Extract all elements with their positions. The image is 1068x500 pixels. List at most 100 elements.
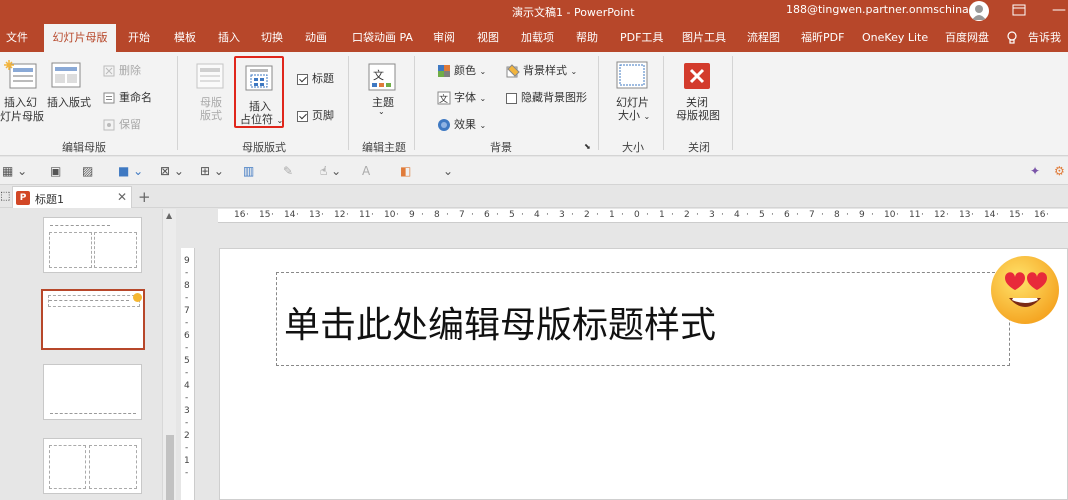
tab-insert[interactable]: 插入	[218, 24, 240, 52]
title-checkbox-box[interactable]	[297, 73, 308, 85]
arrange-icon[interactable]: ◧	[400, 164, 411, 178]
dialog-launcher-icon[interactable]: ⬊	[584, 142, 591, 151]
thumbnail-scrollbar[interactable]: ▲	[162, 209, 176, 500]
ruler-label: 5	[509, 210, 515, 220]
window-icon[interactable]: ▥	[243, 164, 254, 178]
ruler-label: 9	[184, 256, 190, 266]
ruler-tick: ·	[746, 210, 749, 220]
svg-text:文: 文	[439, 93, 448, 105]
insert-layout-icon[interactable]	[50, 60, 82, 93]
scroll-up-icon[interactable]: ▲	[166, 211, 172, 220]
fill-color-icon[interactable]: ■ ⌄	[118, 164, 143, 178]
shape-format-icon[interactable]: ⊠ ⌄	[160, 164, 184, 178]
tab-pocket-animation[interactable]: 口袋动画 PA	[352, 24, 413, 52]
ruler-label: 14	[984, 210, 996, 220]
tab-file[interactable]: 文件	[6, 24, 28, 52]
document-tab-label: 标题1	[35, 193, 64, 206]
tab-transitions[interactable]: 切换	[261, 24, 283, 52]
ruler-tick: ·	[846, 210, 849, 220]
hide-background-graphics-box[interactable]	[506, 92, 517, 104]
title-checkbox[interactable]: 标题	[297, 70, 334, 86]
sparkle-icon[interactable]: ✦	[1030, 164, 1040, 178]
ruler-label: 16	[1034, 210, 1046, 220]
insert-slide-master-icon[interactable]	[4, 60, 38, 93]
new-tab-icon[interactable]: +	[138, 188, 151, 206]
group-label-master-layout: 母版版式	[242, 141, 286, 154]
thumbnail-footer-line	[50, 413, 136, 414]
table-icon[interactable]: ▦ ⌄	[2, 164, 27, 178]
pin-icon	[102, 118, 116, 132]
slide-size-icon[interactable]	[615, 60, 649, 93]
master-layout-button-line2[interactable]: 版式	[200, 107, 222, 123]
tab-review[interactable]: 审阅	[433, 24, 455, 52]
insert-slide-master-button-line2[interactable]: 灯片母版	[0, 108, 44, 124]
text-effect-icon[interactable]: A	[362, 164, 370, 178]
ruler-label: 2	[184, 431, 190, 441]
lightbulb-icon[interactable]	[1006, 24, 1018, 52]
ruler-tick: -	[185, 468, 189, 478]
themes-icon[interactable]: 文	[367, 62, 397, 95]
svg-text:文: 文	[373, 68, 384, 82]
footer-checkbox-box[interactable]	[297, 110, 308, 122]
tab-onekey-lite[interactable]: OneKey Lite	[862, 24, 928, 52]
slide-thumbnail[interactable]	[43, 217, 142, 273]
heart-eyes-emoji-icon[interactable]	[989, 254, 1061, 326]
background-styles-icon	[506, 64, 520, 78]
ruler-tick: ·	[496, 210, 499, 220]
colors-button[interactable]: 颜色 ⌄	[437, 62, 486, 78]
tab-slide-master[interactable]: 幻灯片母版	[44, 24, 116, 52]
document-tab-scroll-icon[interactable]: ⬚	[0, 189, 10, 202]
pen-icon[interactable]: ✎	[283, 164, 293, 178]
delete-label: 删除	[119, 64, 141, 77]
chevron-down-icon[interactable]: ⌄	[378, 107, 385, 116]
document-tab[interactable]: P 标题1 ✕	[12, 186, 132, 208]
customize-toolbar-icon[interactable]: ⌄	[443, 164, 453, 178]
gear-icon[interactable]: ⚙	[1054, 164, 1065, 178]
tab-help[interactable]: 帮助	[576, 24, 598, 52]
group-separator	[177, 56, 178, 150]
picture-icon[interactable]: ▨	[82, 164, 93, 178]
hide-background-graphics-checkbox[interactable]: 隐藏背景图形	[506, 89, 587, 105]
tab-pdf-tools[interactable]: PDF工具	[620, 24, 663, 52]
insert-layout-button[interactable]: 插入版式	[47, 94, 91, 110]
tab-flowchart[interactable]: 流程图	[747, 24, 780, 52]
rename-button[interactable]: 重命名	[102, 89, 152, 105]
tab-templates[interactable]: 模板	[174, 24, 196, 52]
pointer-icon[interactable]: ☝ ⌄	[320, 164, 341, 178]
master-layout-icon[interactable]	[195, 62, 225, 93]
thumbnail-content-box	[89, 445, 137, 489]
minimize-icon[interactable]: —	[1052, 2, 1066, 18]
fonts-button[interactable]: 文字体 ⌄	[437, 89, 486, 105]
tab-picture-tools[interactable]: 图片工具	[682, 24, 726, 52]
image-icon[interactable]: ▣	[50, 164, 61, 178]
slide-thumbnail[interactable]	[43, 364, 142, 420]
tab-home[interactable]: 开始	[128, 24, 150, 52]
tab-animations[interactable]: 动画	[305, 24, 327, 52]
ruler-label: 2	[584, 210, 590, 220]
effects-button[interactable]: 效果 ⌄	[437, 116, 486, 132]
tab-foxit-pdf[interactable]: 福昕PDF	[801, 24, 844, 52]
ribbon-display-options-icon[interactable]	[1012, 4, 1026, 19]
slide-title-text[interactable]: 单击此处编辑母版标题样式	[284, 296, 716, 348]
effects-icon	[437, 118, 451, 132]
account-name[interactable]: 188@tingwen.partner.onmschina.cn	[786, 3, 985, 16]
slide-thumbnail-selected[interactable]	[41, 289, 145, 350]
delete-button[interactable]: 删除	[102, 62, 141, 78]
scrollbar-thumb[interactable]	[166, 435, 174, 500]
tab-addins[interactable]: 加载项	[521, 24, 554, 52]
ruler-tick: ·	[771, 210, 774, 220]
ruler-label: 14	[284, 210, 296, 220]
preserve-button[interactable]: 保留	[102, 116, 141, 132]
tell-me-search[interactable]: 告诉我	[1028, 24, 1061, 52]
tab-view[interactable]: 视图	[477, 24, 499, 52]
layout-icon[interactable]: ⊞ ⌄	[200, 164, 224, 178]
tab-baidu-netdisk[interactable]: 百度网盘	[945, 24, 989, 52]
slide-thumbnail[interactable]	[43, 438, 142, 494]
close-icon[interactable]: ✕	[117, 190, 127, 204]
footer-checkbox[interactable]: 页脚	[297, 107, 334, 123]
background-styles-button[interactable]: 背景样式 ⌄	[506, 62, 577, 78]
close-master-view-icon[interactable]	[683, 62, 711, 93]
slide-size-button-line2[interactable]: 大小 ⌄	[618, 107, 650, 123]
avatar[interactable]	[969, 1, 989, 21]
close-master-view-button-line2[interactable]: 母版视图	[676, 107, 720, 123]
